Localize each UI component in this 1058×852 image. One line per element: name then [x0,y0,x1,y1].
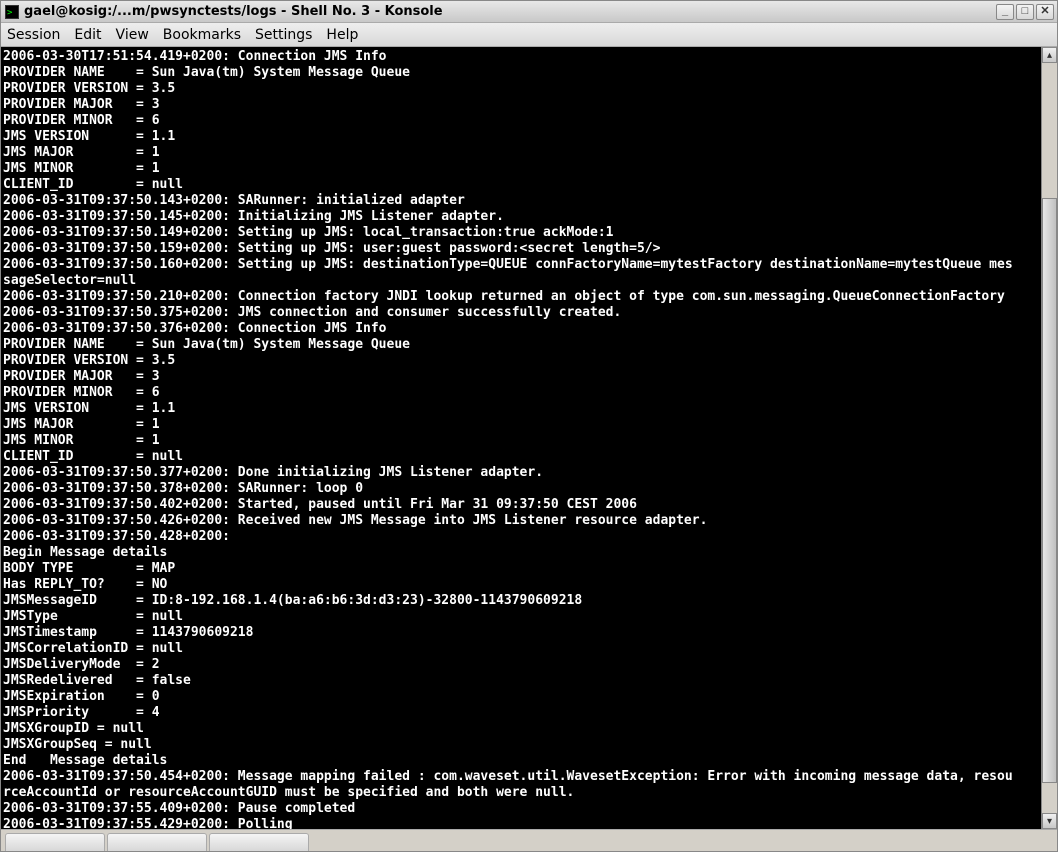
terminal-icon: > [4,4,20,20]
tabbar [1,829,1057,851]
window-controls: _ □ ✕ [996,4,1054,20]
svg-text:>: > [7,8,13,18]
scroll-down-button[interactable]: ▾ [1042,813,1057,829]
menu-session[interactable]: Session [7,27,60,43]
session-tab-1[interactable] [5,833,105,851]
terminal-area: 2006-03-30T17:51:54.419+0200: Connection… [1,47,1057,829]
terminal[interactable]: 2006-03-30T17:51:54.419+0200: Connection… [1,47,1041,829]
scroll-thumb[interactable] [1042,198,1057,783]
minimize-button[interactable]: _ [996,4,1014,20]
maximize-button[interactable]: □ [1016,4,1034,20]
menu-edit[interactable]: Edit [74,27,101,43]
menu-settings[interactable]: Settings [255,27,312,43]
session-tab-3[interactable] [209,833,309,851]
app-window: > gael@kosig:/...m/pwsynctests/logs - Sh… [0,0,1058,852]
menu-help[interactable]: Help [326,27,358,43]
vertical-scrollbar[interactable]: ▴ ▾ [1041,47,1057,829]
scroll-track[interactable] [1042,63,1057,813]
window-title: gael@kosig:/...m/pwsynctests/logs - Shel… [24,4,996,19]
close-button[interactable]: ✕ [1036,4,1054,20]
menu-bookmarks[interactable]: Bookmarks [163,27,241,43]
menubar: Session Edit View Bookmarks Settings Hel… [1,23,1057,47]
menu-view[interactable]: View [116,27,149,43]
titlebar[interactable]: > gael@kosig:/...m/pwsynctests/logs - Sh… [1,1,1057,23]
scroll-up-button[interactable]: ▴ [1042,47,1057,63]
session-tab-2[interactable] [107,833,207,851]
